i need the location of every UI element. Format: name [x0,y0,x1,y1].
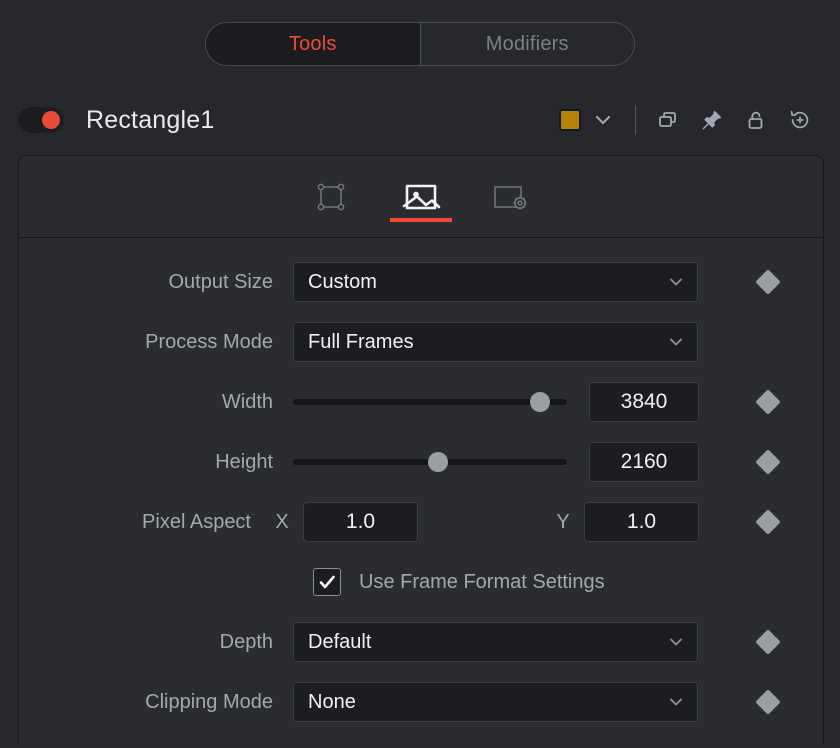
width-slider-track [293,399,567,405]
row-width: Width 3840 [19,372,823,432]
pixel-aspect-label: Pixel Aspect [142,510,251,533]
toggle-knob-icon [42,111,60,129]
depth-value: Default [308,630,372,653]
keyframe-diamond-icon[interactable] [755,449,781,475]
duplicate-icon[interactable] [646,100,690,140]
pin-icon[interactable] [690,100,734,140]
process-mode-control: Full Frames [293,322,823,362]
node-header-actions [559,100,822,140]
top-tab-bar: Tools Modifiers [0,0,840,88]
row-depth: Depth Default [19,612,823,672]
chevron-down-icon [670,638,682,646]
property-rows: Output Size Custom Process Mode Full Fra… [19,238,823,732]
width-slider[interactable] [293,388,567,416]
output-size-keyframe-slot [755,269,781,295]
clipping-mode-label: Clipping Mode [145,690,273,713]
chevron-down-icon [670,338,682,346]
row-height: Height 2160 [19,432,823,492]
process-mode-value: Full Frames [308,330,414,353]
tab-image[interactable] [390,173,452,222]
depth-label: Depth [219,630,273,653]
node-color-swatch[interactable] [559,109,581,131]
depth-keyframe-slot [755,629,781,655]
output-size-value: Custom [308,270,377,293]
tab-modifiers-label: Modifiers [485,32,569,55]
tab-frame-settings[interactable] [485,173,537,221]
clipping-mode-select[interactable]: None [293,682,698,722]
tab-tools[interactable]: Tools [206,23,421,65]
row-use-frame-format: Use Frame Format Settings [19,552,823,612]
depth-select[interactable]: Default [293,622,698,662]
depth-control: Default [293,622,823,662]
tool-tab-strip [19,156,823,238]
height-keyframe-slot [755,449,781,475]
process-mode-select[interactable]: Full Frames [293,322,698,362]
output-size-select[interactable]: Custom [293,262,698,302]
tab-shape-controls[interactable] [305,173,357,221]
keyframe-diamond-icon[interactable] [755,269,781,295]
clipping-mode-keyframe-slot [755,689,781,715]
width-control: 3840 [293,382,823,422]
height-control: 2160 [293,442,823,482]
height-label: Height [215,450,273,473]
row-output-size: Output Size Custom [19,252,823,312]
inspector-panel: Tools Modifiers Rectangle1 Output Size C… [0,0,840,748]
pixel-aspect-keyframe-slot [755,509,781,535]
height-slider[interactable] [293,448,567,476]
chevron-down-icon[interactable] [581,100,625,140]
active-tab-underline [390,217,452,222]
use-frame-format-checkbox[interactable] [313,568,341,596]
unlock-icon[interactable] [734,100,778,140]
checkmark-icon [319,575,335,589]
width-keyframe-slot [755,389,781,415]
node-name-label: Rectangle1 [86,105,215,134]
inspector-content-panel: Output Size Custom Process Mode Full Fra… [18,155,824,745]
height-slider-thumb[interactable] [428,452,449,472]
pixel-aspect-x-input[interactable]: 1.0 [303,502,418,542]
width-label: Width [221,390,273,413]
tools-modifiers-segmented-control: Tools Modifiers [205,22,635,66]
height-value-input[interactable]: 2160 [589,442,699,482]
tab-modifiers[interactable]: Modifiers [421,23,635,65]
use-frame-format-label: Use Frame Format Settings [359,570,605,593]
chevron-down-icon [670,278,682,286]
header-divider [635,105,636,135]
node-header: Rectangle1 [0,92,840,148]
width-value-input[interactable]: 3840 [589,382,699,422]
pixel-aspect-y-input[interactable]: 1.0 [584,502,699,542]
row-clipping-mode: Clipping Mode None [19,672,823,732]
reset-add-icon[interactable] [778,100,822,140]
chevron-down-icon [670,698,682,706]
pixel-aspect-y-label: Y [556,510,570,533]
pixel-aspect-x-label: X [275,510,289,533]
width-slider-thumb[interactable] [529,392,550,412]
keyframe-diamond-icon[interactable] [755,509,781,535]
pixel-aspect-control: X 1.0 Y 1.0 [271,502,823,542]
row-process-mode: Process Mode Full Frames [19,312,823,372]
keyframe-diamond-icon[interactable] [755,629,781,655]
output-size-label: Output Size [168,270,273,293]
clipping-mode-control: None [293,682,823,722]
clipping-mode-value: None [308,690,356,713]
keyframe-diamond-icon[interactable] [755,689,781,715]
tab-tools-label: Tools [288,32,337,55]
node-enable-toggle[interactable] [18,107,64,133]
keyframe-diamond-icon[interactable] [755,389,781,415]
process-mode-label: Process Mode [145,330,273,353]
output-size-control: Custom [293,262,823,302]
row-pixel-aspect: Pixel Aspect X 1.0 Y 1.0 [19,492,823,552]
